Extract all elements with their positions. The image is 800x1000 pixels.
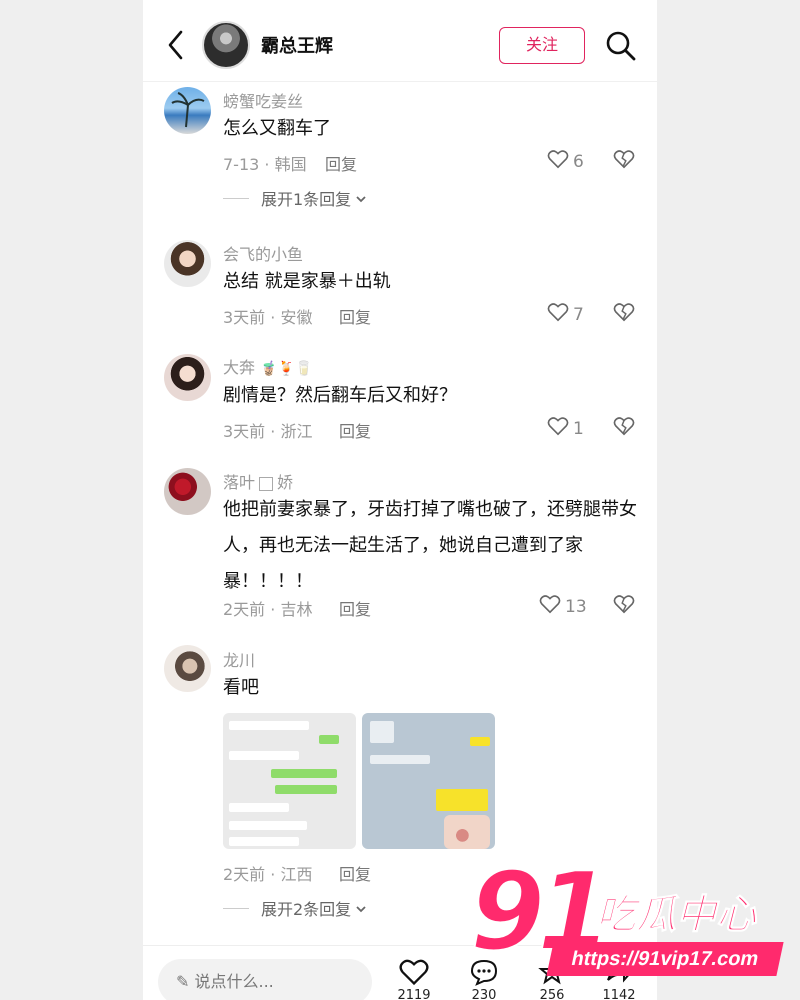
chat-bubble <box>229 803 289 812</box>
watermark-cn: 吃瓜中心 <box>596 892 757 939</box>
expand-label: 展开2条回复 <box>261 900 352 919</box>
reply-button[interactable]: 回复 <box>339 596 371 620</box>
broken-heart-icon[interactable] <box>613 594 635 618</box>
like-count: 13 <box>565 596 587 617</box>
comment-meta: 7-13 · 韩国 <box>223 155 307 174</box>
comment-total-count: 230 <box>471 988 497 1000</box>
chevron-down-icon <box>355 189 367 208</box>
like-count: 7 <box>573 304 584 325</box>
comment-meta: 3天前 · 安徽 <box>223 308 313 327</box>
chat-screenshot-image[interactable] <box>362 713 495 849</box>
expand-label: 展开1条回复 <box>261 190 352 209</box>
chat-bubble <box>229 721 309 730</box>
comment-meta: 3天前 · 浙江 <box>223 422 313 441</box>
collect-count: 256 <box>539 988 565 1000</box>
chat-screenshot-image[interactable] <box>223 713 356 849</box>
broken-heart-icon[interactable] <box>613 149 635 173</box>
like-button[interactable]: 7 <box>547 302 584 327</box>
reply-button[interactable]: 回复 <box>339 861 371 885</box>
comment-text: 看吧 <box>223 677 259 698</box>
comment-meta: 2天前 · 吉林 <box>223 600 313 619</box>
chevron-down-icon <box>355 899 367 918</box>
heart-icon <box>547 302 569 327</box>
like-count: 6 <box>573 151 584 172</box>
chat-bubble <box>229 821 307 830</box>
expand-replies[interactable]: 展开1条回复 <box>223 186 367 210</box>
chat-bubble <box>229 751 299 760</box>
commenter-avatar[interactable] <box>164 354 211 401</box>
reply-button[interactable]: 回复 <box>325 151 357 175</box>
comment-text: 他把前妻家暴了，牙齿打掉了嘴也破了，还劈腿带女人，再也无法一起生活了，她说自己遭… <box>223 499 637 592</box>
commenter-avatar[interactable] <box>164 468 211 515</box>
chat-bubble <box>319 735 339 744</box>
broken-heart-icon[interactable] <box>613 302 635 326</box>
like-button[interactable]: 13 <box>539 594 587 619</box>
like-total-count: 2119 <box>397 988 431 1000</box>
watermark-logo: 91 吃瓜中心 https://91vip17.com <box>469 849 790 988</box>
heart-icon <box>539 594 561 619</box>
comment-text: 剧情是？然后翻车后又和好？ <box>223 385 457 406</box>
chat-bubble <box>470 737 490 746</box>
author-name[interactable]: 霸总王辉 <box>261 32 333 58</box>
broken-heart-icon[interactable] <box>613 416 635 440</box>
chat-bubble <box>275 785 337 794</box>
comment-placeholder: 说点什么... <box>194 972 274 991</box>
pencil-icon: ✎ <box>176 972 190 991</box>
commenter-name[interactable]: 落叶 娇 <box>223 469 293 493</box>
comment-input[interactable]: ✎ 说点什么... <box>158 959 372 1000</box>
commenter-avatar[interactable] <box>164 645 211 692</box>
chat-bubble <box>436 789 488 811</box>
heart-icon <box>547 149 569 174</box>
divider <box>223 907 249 909</box>
commenter-name[interactable]: 大奔 🧋🍹🥛 <box>223 354 312 378</box>
top-bar: 霸总王辉 关注 <box>143 0 657 82</box>
reply-button[interactable]: 回复 <box>339 304 371 328</box>
like-total-button[interactable]: 2119 <box>394 958 434 1000</box>
chat-bubble <box>370 721 394 743</box>
drink-emojis: 🧋🍹🥛 <box>260 361 313 377</box>
comment-meta: 2天前 · 江西 <box>223 865 313 884</box>
divider <box>223 197 249 199</box>
commenter-name-b: 娇 <box>277 473 294 492</box>
commenter-name-text: 大奔 <box>223 358 256 377</box>
back-icon[interactable] <box>163 28 193 62</box>
heart-icon <box>547 416 569 441</box>
share-count: 1142 <box>602 988 636 1000</box>
heart-icon <box>399 959 429 986</box>
photo-thumbnail <box>444 815 490 849</box>
watermark-url: https://91vip17.com <box>546 942 784 976</box>
commenter-name[interactable]: 龙川 <box>223 647 255 671</box>
chat-bubble <box>271 769 337 778</box>
commenter-name-a: 落叶 <box>223 473 256 492</box>
like-button[interactable]: 6 <box>547 149 584 174</box>
commenter-avatar[interactable] <box>164 87 211 134</box>
search-icon[interactable] <box>605 30 637 62</box>
palm-tree-icon <box>171 92 205 128</box>
author-avatar[interactable] <box>202 21 250 69</box>
reply-button[interactable]: 回复 <box>339 418 371 442</box>
follow-button[interactable]: 关注 <box>499 27 585 64</box>
commenter-name[interactable]: 会飞的小鱼 <box>223 241 303 265</box>
like-button[interactable]: 1 <box>547 416 584 441</box>
commenter-name[interactable]: 螃蟹吃姜丝 <box>223 88 303 112</box>
expand-replies[interactable]: 展开2条回复 <box>223 896 367 920</box>
chat-bubble <box>370 755 430 764</box>
like-count: 1 <box>573 418 584 439</box>
missing-glyph-icon <box>259 476 274 491</box>
comment-text: 总结 就是家暴＋出轨 <box>223 271 391 292</box>
commenter-avatar[interactable] <box>164 240 211 287</box>
comment-text: 怎么又翻车了 <box>223 118 331 139</box>
chat-bubble <box>229 837 299 846</box>
